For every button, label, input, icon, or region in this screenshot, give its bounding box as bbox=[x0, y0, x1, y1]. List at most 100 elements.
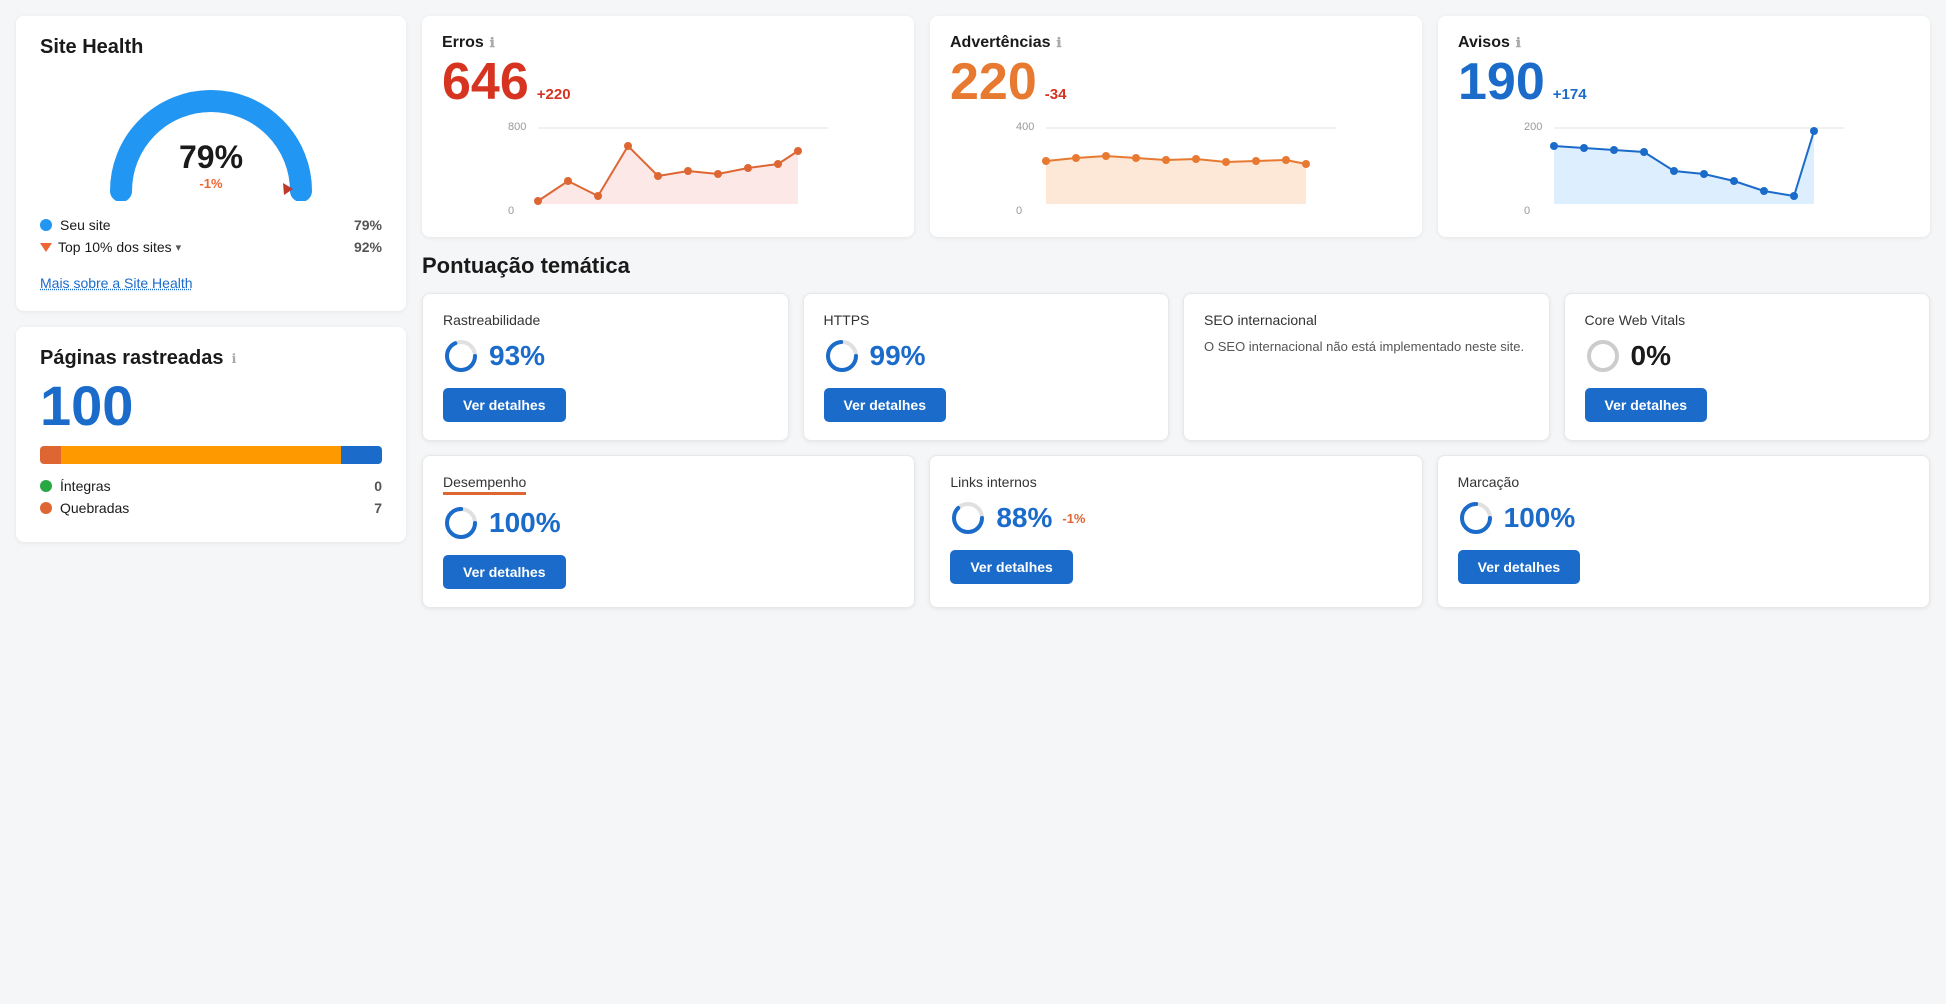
bar-orange bbox=[61, 446, 341, 464]
rastreabilidade-percent: 93% bbox=[489, 340, 545, 372]
pontuacao-section: Pontuação temática Rastreabilidade 93% V… bbox=[422, 253, 1930, 608]
advertencias-chart: 400 0 bbox=[950, 116, 1402, 216]
svg-text:200: 200 bbox=[1524, 121, 1542, 133]
https-value-row: 99% bbox=[824, 338, 1149, 374]
site-dot bbox=[40, 219, 52, 231]
bar-blue bbox=[341, 446, 382, 464]
marcacao-ring bbox=[1458, 500, 1494, 536]
links-internos-ring bbox=[950, 500, 986, 536]
site-health-card: Site Health 79% -1% bbox=[16, 16, 406, 311]
seo-int-title: SEO internacional bbox=[1204, 312, 1529, 328]
core-web-vitals-btn[interactable]: Ver detalhes bbox=[1585, 388, 1708, 422]
erros-title: Erros bbox=[442, 34, 484, 52]
bar-red bbox=[40, 446, 61, 464]
integras-dot bbox=[40, 480, 52, 492]
gauge-percent: 79% bbox=[179, 139, 243, 176]
metrics-row: Erros ℹ 646 +220 800 0 bbox=[422, 16, 1930, 237]
core-web-vitals-card: Core Web Vitals 0% Ver detalhes bbox=[1564, 293, 1931, 441]
rastreabilidade-title: Rastreabilidade bbox=[443, 312, 768, 328]
https-title: HTTPS bbox=[824, 312, 1149, 328]
legend-site-text: Seu site bbox=[60, 217, 111, 233]
core-web-vitals-percent: 0% bbox=[1631, 340, 1671, 372]
desempenho-title: Desempenho bbox=[443, 474, 894, 495]
marcacao-card: Marcação 100% Ver detalhes bbox=[1437, 455, 1930, 608]
chevron-down-icon[interactable]: ▾ bbox=[176, 241, 182, 254]
legend-label-site: Seu site bbox=[40, 217, 111, 233]
legend-top-value: 92% bbox=[354, 239, 382, 255]
erros-info-icon[interactable]: ℹ bbox=[490, 35, 495, 51]
svg-text:0: 0 bbox=[1016, 205, 1022, 216]
integras-text: Íntegras bbox=[60, 478, 111, 494]
advertencias-card: Advertências ℹ 220 -34 400 0 bbox=[930, 16, 1422, 237]
gauge-delta: -1% bbox=[179, 176, 243, 191]
quebradas-dot bbox=[40, 502, 52, 514]
avisos-value-row: 190 +174 bbox=[1458, 56, 1910, 108]
avisos-card: Avisos ℹ 190 +174 200 0 bbox=[1438, 16, 1930, 237]
avisos-chart: 200 0 bbox=[1458, 116, 1910, 216]
core-web-vitals-ring bbox=[1585, 338, 1621, 374]
links-internos-value-row: 88% -1% bbox=[950, 500, 1401, 536]
advertencias-header: Advertências ℹ bbox=[950, 34, 1402, 52]
seo-int-card: SEO internacional O SEO internacional nã… bbox=[1183, 293, 1550, 441]
erros-value-row: 646 +220 bbox=[442, 56, 894, 108]
legend-integras-label: Íntegras bbox=[40, 478, 111, 494]
marcacao-btn[interactable]: Ver detalhes bbox=[1458, 550, 1581, 584]
advertencias-info-icon[interactable]: ℹ bbox=[1057, 35, 1062, 51]
erros-delta: +220 bbox=[537, 86, 571, 103]
legend-integras: Íntegras 0 bbox=[40, 478, 382, 494]
marcacao-value-row: 100% bbox=[1458, 500, 1909, 536]
https-btn[interactable]: Ver detalhes bbox=[824, 388, 947, 422]
erros-card: Erros ℹ 646 +220 800 0 bbox=[422, 16, 914, 237]
paginas-info-icon[interactable]: ℹ bbox=[231, 351, 236, 367]
links-internos-delta: -1% bbox=[1062, 511, 1085, 526]
more-link[interactable]: Mais sobre a Site Health bbox=[40, 275, 193, 291]
svg-text:0: 0 bbox=[508, 205, 514, 216]
paginas-title: Páginas rastreadas bbox=[40, 347, 223, 370]
pages-count: 100 bbox=[40, 378, 382, 434]
links-internos-btn[interactable]: Ver detalhes bbox=[950, 550, 1073, 584]
rastreabilidade-card: Rastreabilidade 93% Ver detalhes bbox=[422, 293, 789, 441]
quebradas-text: Quebradas bbox=[60, 500, 129, 516]
desempenho-btn[interactable]: Ver detalhes bbox=[443, 555, 566, 589]
links-internos-card: Links internos 88% -1% Ver detalhes bbox=[929, 455, 1422, 608]
rastreabilidade-ring bbox=[443, 338, 479, 374]
erros-chart: 800 0 bbox=[442, 116, 894, 216]
rastreabilidade-btn[interactable]: Ver detalhes bbox=[443, 388, 566, 422]
legend-row-site: Seu site 79% bbox=[40, 217, 382, 233]
desempenho-card: Desempenho 100% Ver detalhes bbox=[422, 455, 915, 608]
advertencias-value: 220 bbox=[950, 56, 1037, 108]
desempenho-ring bbox=[443, 505, 479, 541]
https-percent: 99% bbox=[870, 340, 926, 372]
legend-site-value: 79% bbox=[354, 217, 382, 233]
desempenho-value-row: 100% bbox=[443, 505, 894, 541]
avisos-info-icon[interactable]: ℹ bbox=[1516, 35, 1521, 51]
top-triangle bbox=[40, 243, 52, 252]
legend-row-top: Top 10% dos sites ▾ 92% bbox=[40, 239, 382, 255]
avisos-value: 190 bbox=[1458, 56, 1545, 108]
advertencias-value-row: 220 -34 bbox=[950, 56, 1402, 108]
core-web-vitals-value-row: 0% bbox=[1585, 338, 1910, 374]
https-ring bbox=[824, 338, 860, 374]
score-bottom-grid: Desempenho 100% Ver detalhes Links inter… bbox=[422, 455, 1930, 608]
erros-value: 646 bbox=[442, 56, 529, 108]
avisos-delta: +174 bbox=[1553, 86, 1587, 103]
erros-header: Erros ℹ bbox=[442, 34, 894, 52]
desempenho-title-text: Desempenho bbox=[443, 474, 526, 495]
advertencias-delta: -34 bbox=[1045, 86, 1067, 103]
svg-text:0: 0 bbox=[1524, 205, 1530, 216]
svg-text:800: 800 bbox=[508, 121, 526, 133]
legend-quebradas: Quebradas 7 bbox=[40, 500, 382, 516]
site-health-title: Site Health bbox=[40, 36, 382, 59]
gauge-container: 79% -1% bbox=[40, 71, 382, 201]
avisos-title: Avisos bbox=[1458, 34, 1510, 52]
quebradas-value: 7 bbox=[374, 500, 382, 516]
seo-int-note: O SEO internacional não está implementad… bbox=[1204, 338, 1529, 356]
links-internos-title: Links internos bbox=[950, 474, 1401, 490]
desempenho-percent: 100% bbox=[489, 507, 561, 539]
svg-text:400: 400 bbox=[1016, 121, 1034, 133]
links-internos-percent: 88% bbox=[996, 502, 1052, 534]
marcacao-percent: 100% bbox=[1504, 502, 1576, 534]
pontuacao-title: Pontuação temática bbox=[422, 253, 1930, 279]
bar-track bbox=[40, 446, 382, 464]
score-top-grid: Rastreabilidade 93% Ver detalhes HTTPS bbox=[422, 293, 1930, 441]
